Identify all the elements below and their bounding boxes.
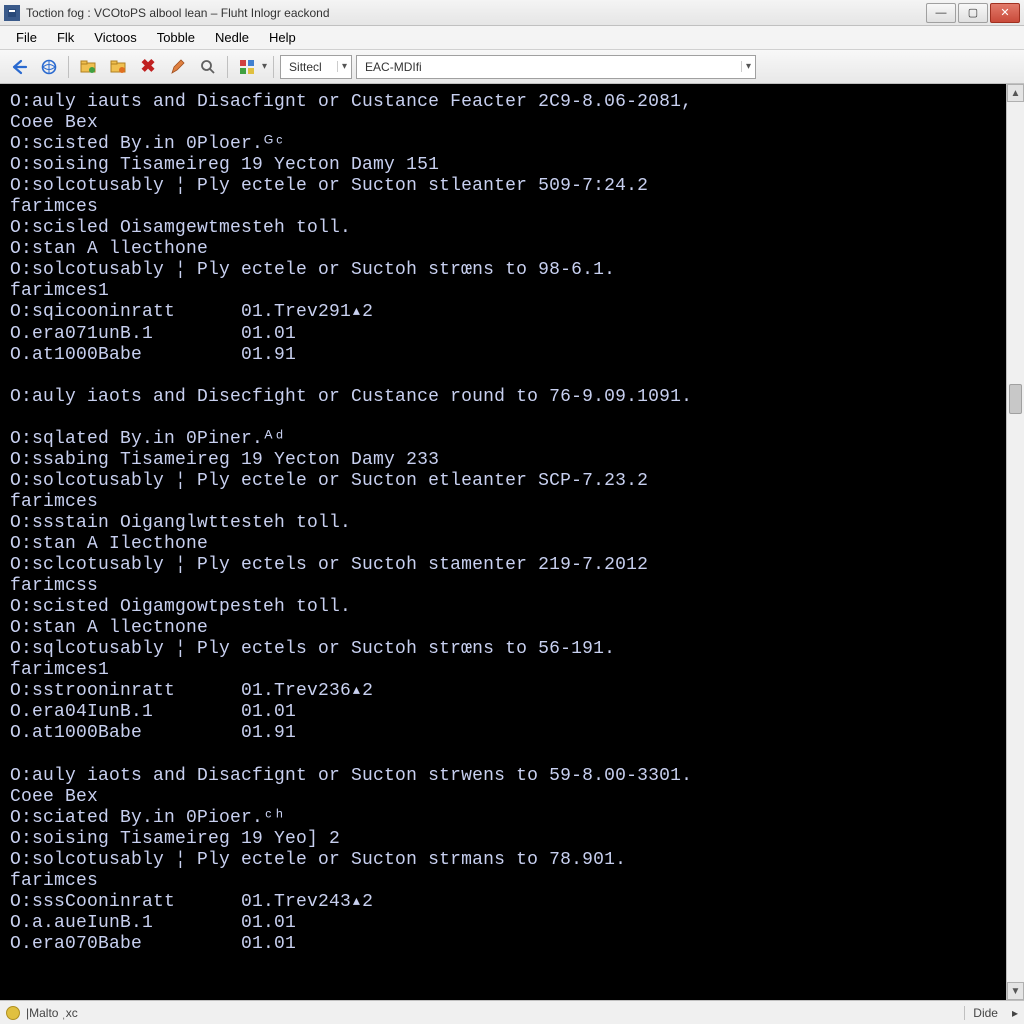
terminal-output[interactable]: O:auly iauts and Disacfignt or Custance … xyxy=(0,84,1006,1000)
menu-file[interactable]: File xyxy=(6,28,47,47)
scroll-down-arrow[interactable]: ▼ xyxy=(1007,982,1024,1000)
window-title: Toction fog : VCOtoPS albool lean – Fluh… xyxy=(26,6,924,20)
combo-large-value: EAC-MDIfi xyxy=(361,60,741,74)
toolbar-separator-2 xyxy=(227,56,228,78)
titlebar: Toction fog : VCOtoPS albool lean – Fluh… xyxy=(0,0,1024,26)
menu-help[interactable]: Help xyxy=(259,28,306,47)
app-window: Toction fog : VCOtoPS albool lean – Fluh… xyxy=(0,0,1024,1024)
status-left-text: |Malto ˌxc xyxy=(26,1006,964,1020)
search-icon[interactable] xyxy=(195,54,221,80)
chevron-down-icon: ▾ xyxy=(741,61,751,72)
back-button[interactable] xyxy=(6,54,32,80)
edit-icon[interactable] xyxy=(165,54,191,80)
palette-icon[interactable] xyxy=(234,54,260,80)
folder-orange-icon[interactable] xyxy=(105,54,131,80)
terminal-area: O:auly iauts and Disacfignt or Custance … xyxy=(0,84,1024,1000)
menubar: File Flk Victoos Tobble Nedle Help xyxy=(0,26,1024,50)
maximize-button[interactable]: ▢ xyxy=(958,3,988,23)
delete-icon[interactable]: ✖ xyxy=(135,54,161,80)
vertical-scrollbar[interactable]: ▲ ▼ xyxy=(1006,84,1024,1000)
palette-dropdown-arrow[interactable]: ▾ xyxy=(262,61,267,72)
folder-green-icon[interactable] xyxy=(75,54,101,80)
scroll-thumb[interactable] xyxy=(1009,384,1022,414)
toolbar: ✖ ▾ Sittecl ▾ EAC-MDIfi ▾ xyxy=(0,50,1024,84)
scroll-up-arrow[interactable]: ▲ xyxy=(1007,84,1024,102)
toolbar-separator xyxy=(68,56,69,78)
combo-small[interactable]: Sittecl ▾ xyxy=(280,55,352,79)
close-button[interactable]: ✕ xyxy=(990,3,1020,23)
refresh-icon[interactable] xyxy=(36,54,62,80)
status-arrow-icon[interactable]: ▸ xyxy=(1006,1006,1018,1020)
chevron-down-icon: ▾ xyxy=(337,61,347,72)
menu-nedle[interactable]: Nedle xyxy=(205,28,259,47)
app-icon xyxy=(4,5,20,21)
status-icon xyxy=(6,1006,20,1020)
combo-small-value: Sittecl xyxy=(285,60,337,74)
menu-flk[interactable]: Flk xyxy=(47,28,84,47)
toolbar-separator-3 xyxy=(273,56,274,78)
minimize-button[interactable]: — xyxy=(926,3,956,23)
combo-large[interactable]: EAC-MDIfi ▾ xyxy=(356,55,756,79)
statusbar: |Malto ˌxc Dide ▸ xyxy=(0,1000,1024,1024)
status-right-text: Dide xyxy=(964,1006,1006,1020)
window-controls: — ▢ ✕ xyxy=(924,3,1020,23)
menu-tobble[interactable]: Tobble xyxy=(147,28,205,47)
menu-victoos[interactable]: Victoos xyxy=(84,28,146,47)
